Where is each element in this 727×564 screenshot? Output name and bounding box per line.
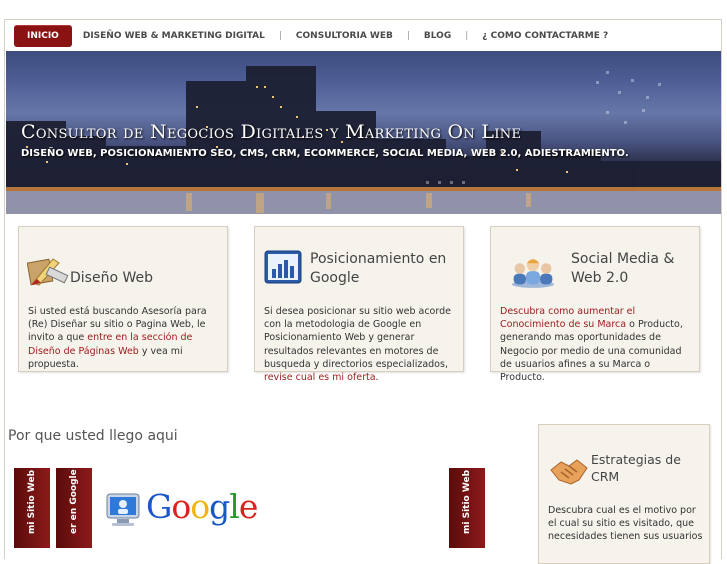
feature-posicionamiento: Posicionamiento en Google Si desea posic… [254,226,464,383]
tab-sitio-web[interactable]: mi Sitio Web [14,468,50,548]
feature-description: Descubra como aumentar el Conocimiento d… [500,306,683,384]
feature-description: Si desea posicionar su sitio web acorde … [264,306,451,384]
feature-title: Diseño Web [70,270,153,286]
feature-title: Posicionamiento en Google [310,251,447,286]
feature-social-media: Social Media & Web 2.0 Descubra como aum… [490,226,700,383]
feature-crm: Estrategias de CRM Descubra cual es el m… [538,424,710,564]
feature-title: Estrategias de CRM [591,452,681,484]
nav-inicio[interactable]: INICIO [14,25,72,47]
feature-description: Descubra cual es el motivo por el cual s… [548,505,703,543]
google-logo: Google [146,487,258,526]
users-group-icon [511,258,555,288]
feature-title: Social Media & Web 2.0 [571,251,675,286]
feature-diseno-web: Diseño Web Si usted está buscando Asesor… [18,226,228,372]
design-tools-icon [27,258,69,286]
nav-separator: | [278,31,282,41]
section-title: Por que usted llego aqui [8,428,178,444]
hero-title: Consultor de Negocios Digitales y Market… [21,121,522,143]
nav-blog[interactable]: BLOG [413,25,462,47]
oferta-link[interactable]: revise cual es mi oferta [264,372,376,383]
nav-separator: | [406,31,410,41]
nav-separator: | [465,31,469,41]
hero-banner: Consultor de Negocios Digitales y Market… [6,51,721,214]
main-nav: INICIO DISEÑO WEB & MARKETING DIGITAL | … [14,25,619,47]
feature-description: Si usted está buscando Asesoría para (Re… [28,306,207,370]
handshake-icon [550,459,588,485]
nav-diseno-web[interactable]: DISEÑO WEB & MARKETING DIGITAL [72,25,276,47]
hero-subtitle: DISEÑO WEB, POSICIONAMIENTO SEO, CMS, CR… [21,148,629,159]
monitor-search-icon [106,493,140,526]
nav-contacto[interactable]: ¿ COMO CONTACTARME ? [471,25,619,47]
nav-consultoria-web[interactable]: CONSULTORIA WEB [285,25,404,47]
social-media-link[interactable]: Descubra como aumentar el Conocimiento d… [500,306,635,330]
bar-chart-icon [264,250,302,284]
tab-google[interactable]: er en Google [56,468,92,548]
tab-sitio-web-2[interactable]: mi Sitio Web [449,468,485,548]
